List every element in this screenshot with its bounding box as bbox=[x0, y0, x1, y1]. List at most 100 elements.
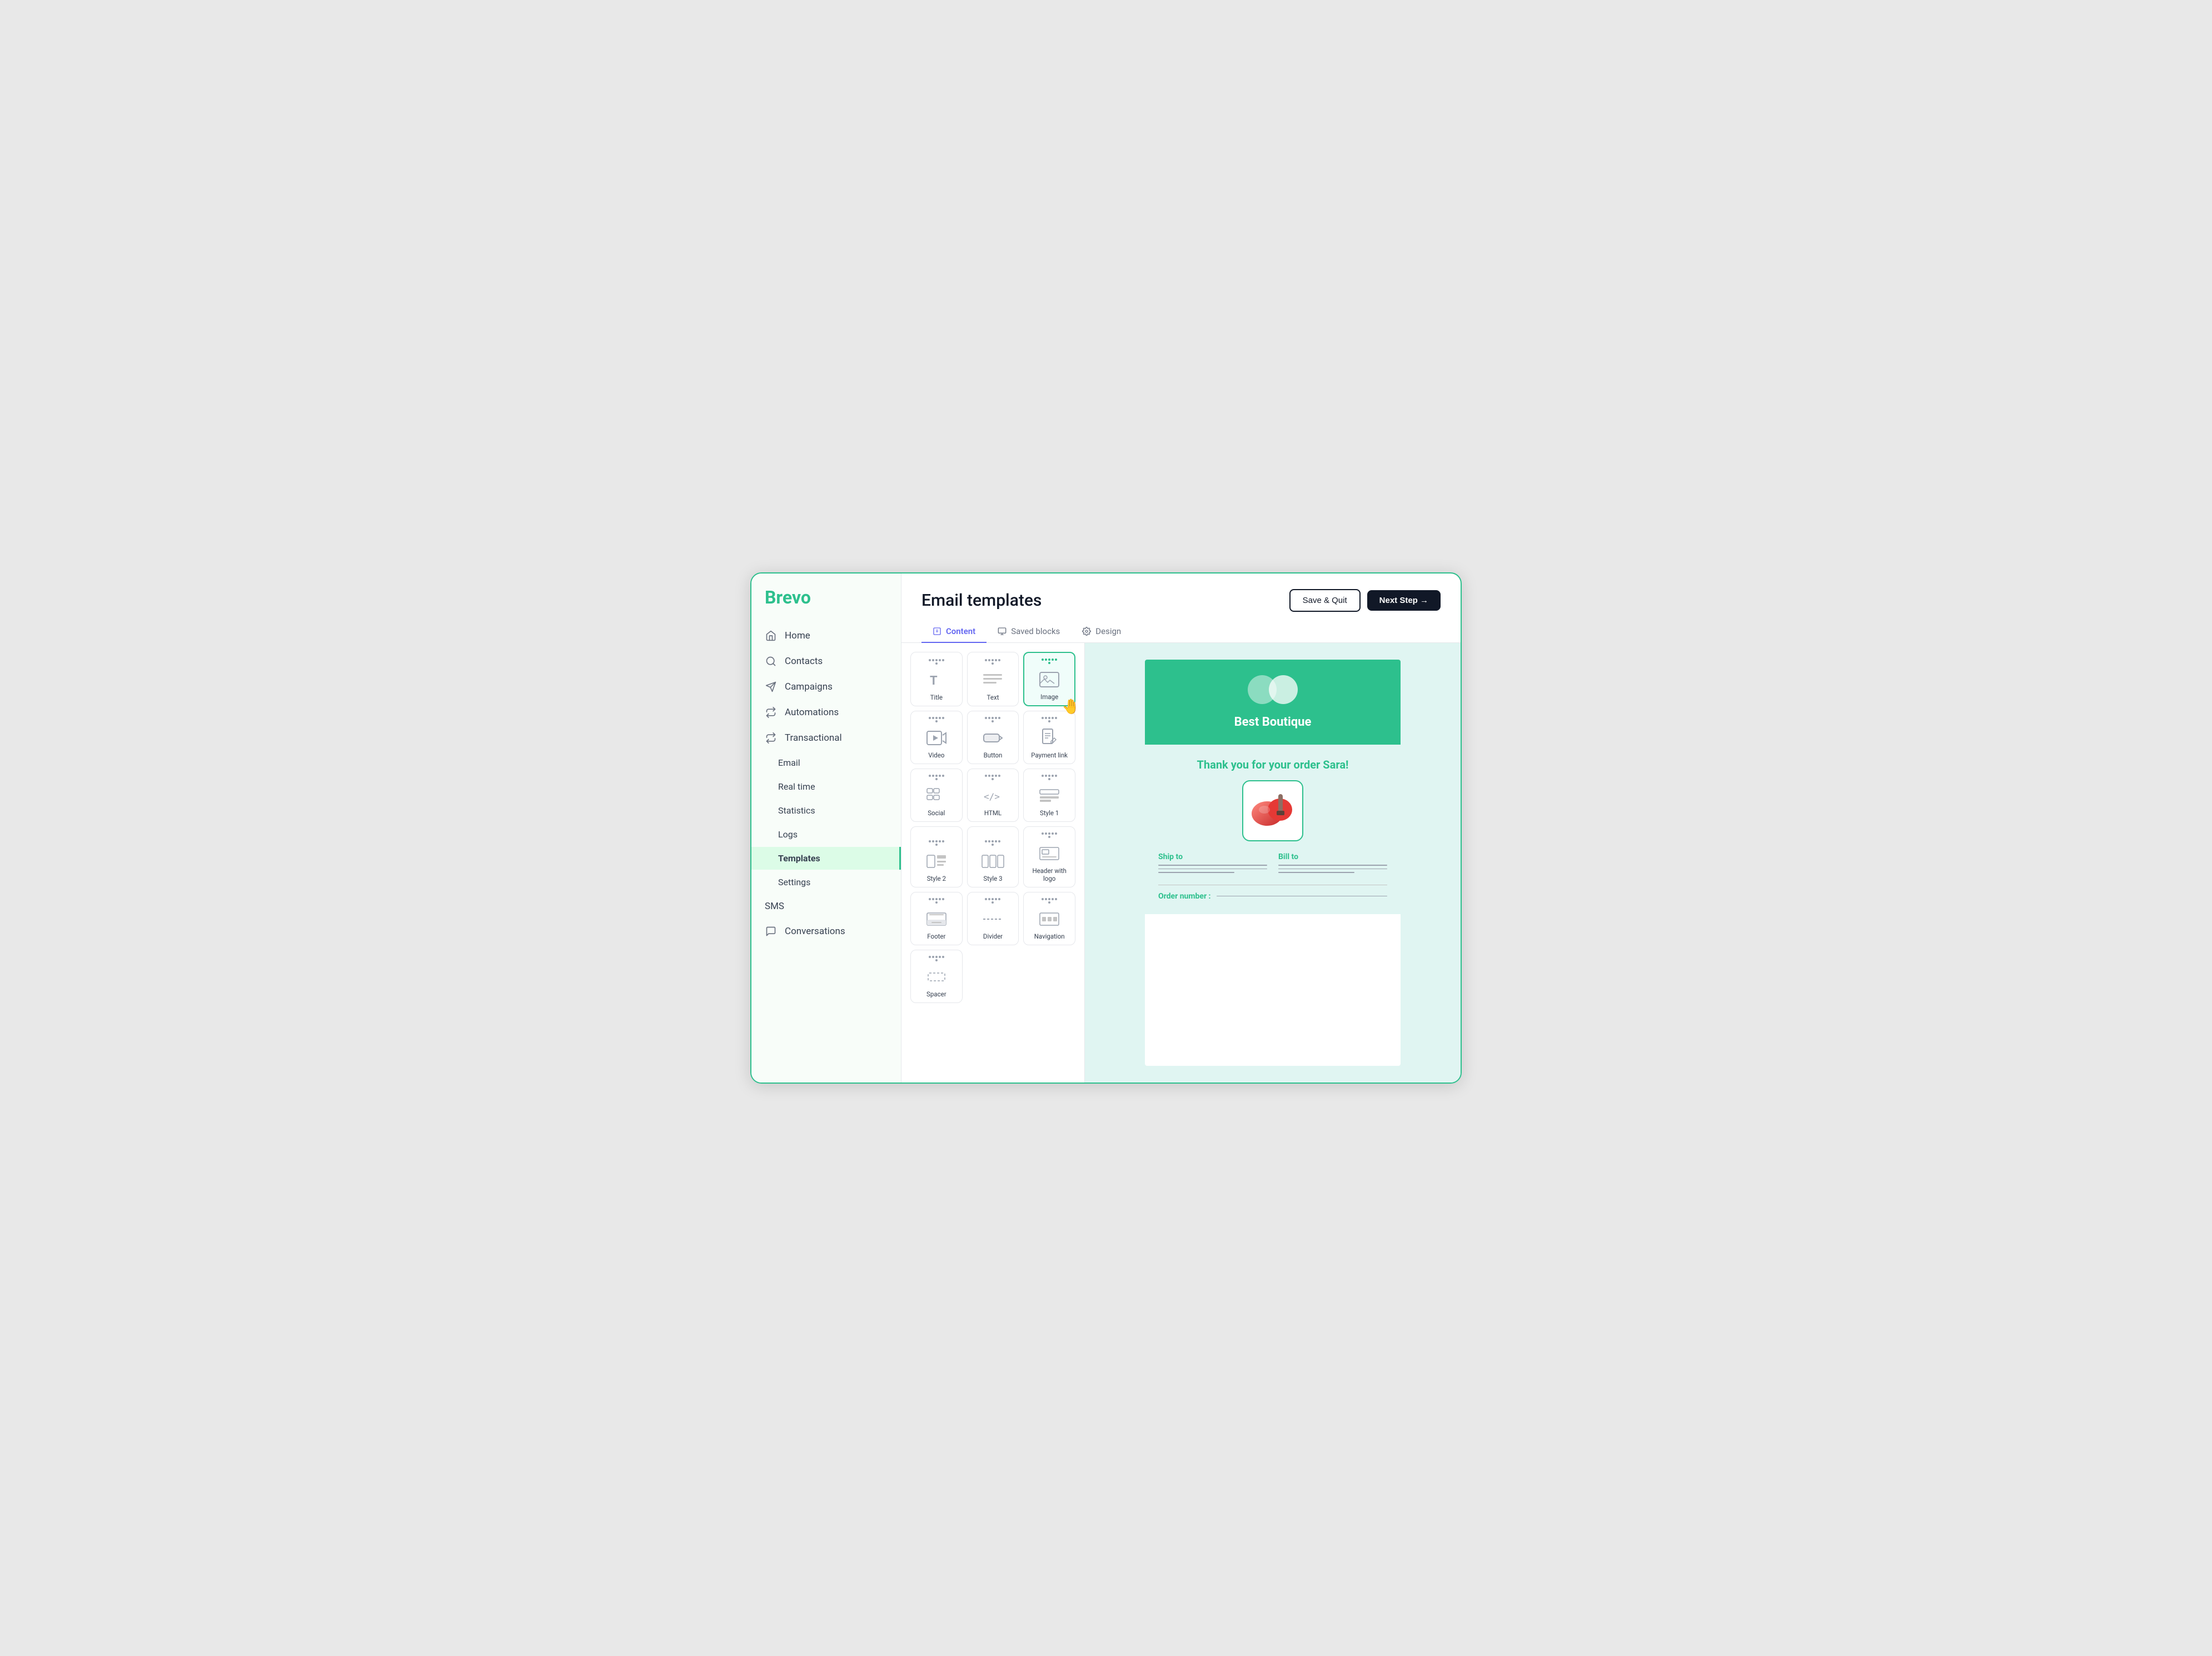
email-header-block: Best Boutique bbox=[1145, 660, 1401, 745]
content-area: T Title bbox=[901, 643, 1461, 1083]
sidebar: Brevo Home Contacts bbox=[751, 573, 901, 1083]
block-html[interactable]: </> HTML bbox=[967, 769, 1019, 822]
sidebar-item-label-logs: Logs bbox=[778, 829, 798, 840]
block-image[interactable]: Image 🤚 bbox=[1023, 652, 1075, 706]
contacts-icon bbox=[765, 655, 777, 667]
sidebar-item-label-settings: Settings bbox=[778, 877, 810, 887]
block-text[interactable]: Text bbox=[967, 652, 1019, 706]
order-line bbox=[1217, 896, 1388, 897]
bill-line3 bbox=[1278, 872, 1354, 873]
block-spacer[interactable]: Spacer bbox=[910, 950, 963, 1003]
app-container: Brevo Home Contacts bbox=[750, 572, 1462, 1084]
email-preview: Best Boutique Thank you for your order S… bbox=[1085, 643, 1461, 1083]
sidebar-item-email[interactable]: Email bbox=[751, 751, 901, 774]
button-icon bbox=[979, 727, 1006, 749]
blocks-grid: T Title bbox=[910, 652, 1075, 1003]
sidebar-item-logs[interactable]: Logs bbox=[751, 823, 901, 846]
page-title: Email templates bbox=[921, 591, 1042, 610]
block-social[interactable]: Social bbox=[910, 769, 963, 822]
automations-icon bbox=[765, 706, 777, 719]
design-icon bbox=[1082, 627, 1091, 636]
next-step-button[interactable]: Next Step → bbox=[1367, 590, 1441, 611]
home-icon bbox=[765, 630, 777, 642]
block-button[interactable]: Button bbox=[967, 711, 1019, 764]
sidebar-item-conversations[interactable]: Conversations bbox=[751, 919, 901, 944]
sidebar-item-transactional[interactable]: Transactional bbox=[751, 726, 901, 750]
bill-to-label: Bill to bbox=[1278, 852, 1387, 861]
conversations-icon bbox=[765, 925, 777, 937]
video-icon bbox=[923, 727, 950, 749]
sidebar-item-home[interactable]: Home bbox=[751, 624, 901, 648]
email-card: Best Boutique Thank you for your order S… bbox=[1145, 660, 1401, 1066]
block-navigation[interactable]: Navigation bbox=[1023, 892, 1075, 945]
sidebar-item-label-statistics: Statistics bbox=[778, 805, 815, 816]
block-title[interactable]: T Title bbox=[910, 652, 963, 706]
block-style2[interactable]: Style 2 bbox=[910, 826, 963, 887]
sidebar-item-sms[interactable]: SMS bbox=[751, 895, 901, 918]
block-footer[interactable]: Footer bbox=[910, 892, 963, 945]
ship-line2 bbox=[1158, 869, 1267, 870]
transactional-icon bbox=[765, 732, 777, 744]
navigation-icon bbox=[1036, 908, 1063, 930]
main-header: Email templates Save & Quit Next Step → bbox=[901, 573, 1461, 612]
sidebar-item-templates[interactable]: Templates bbox=[751, 847, 901, 870]
email-body: Thank you for your order Sara! bbox=[1145, 745, 1401, 914]
block-style3[interactable]: Style 3 bbox=[967, 826, 1019, 887]
style1-icon bbox=[1036, 785, 1063, 807]
sidebar-item-statistics[interactable]: Statistics bbox=[751, 799, 901, 822]
header-actions: Save & Quit Next Step → bbox=[1289, 589, 1441, 612]
sidebar-item-settings[interactable]: Settings bbox=[751, 871, 901, 894]
sidebar-item-label-email: Email bbox=[778, 757, 800, 768]
tab-design[interactable]: Design bbox=[1071, 621, 1132, 643]
brevo-logo: Brevo bbox=[765, 587, 811, 608]
sidebar-item-label-sms: SMS bbox=[765, 901, 784, 912]
campaigns-icon bbox=[765, 681, 777, 693]
block-style1[interactable]: Style 1 bbox=[1023, 769, 1075, 822]
sidebar-item-label-realtime: Real time bbox=[778, 781, 815, 792]
block-divider[interactable]: Divider bbox=[967, 892, 1019, 945]
block-payment-link[interactable]: Payment link bbox=[1023, 711, 1075, 764]
style3-icon bbox=[979, 850, 1006, 872]
title-icon: T bbox=[923, 669, 950, 691]
sidebar-item-label-home: Home bbox=[785, 630, 810, 641]
bill-line1 bbox=[1278, 865, 1387, 866]
sidebar-item-label-conversations: Conversations bbox=[785, 926, 845, 937]
style2-icon bbox=[923, 850, 950, 872]
block-header-logo[interactable]: Header with logo bbox=[1023, 826, 1075, 887]
sidebar-item-realtime[interactable]: Real time bbox=[751, 775, 901, 798]
text-icon bbox=[979, 669, 1006, 691]
sidebar-item-label-transactional: Transactional bbox=[785, 732, 842, 744]
content-icon bbox=[933, 627, 941, 636]
main-content: Email templates Save & Quit Next Step → … bbox=[901, 573, 1461, 1083]
order-row: Order number : bbox=[1158, 892, 1387, 901]
ship-line1 bbox=[1158, 865, 1267, 866]
boutique-name: Best Boutique bbox=[1234, 715, 1312, 729]
product-image-box bbox=[1242, 780, 1303, 841]
sidebar-item-label-contacts: Contacts bbox=[785, 656, 823, 667]
tabs-row: Content Saved blocks Design bbox=[901, 612, 1461, 643]
sidebar-item-campaigns[interactable]: Campaigns bbox=[751, 675, 901, 699]
svg-text:</>: </> bbox=[984, 791, 1000, 802]
ship-to-col: Ship to bbox=[1158, 852, 1267, 876]
image-icon bbox=[1036, 669, 1063, 691]
save-quit-button[interactable]: Save & Quit bbox=[1289, 589, 1361, 612]
tab-saved-blocks[interactable]: Saved blocks bbox=[987, 621, 1071, 643]
ship-bill-row: Ship to Bill to bbox=[1158, 852, 1387, 876]
tab-content[interactable]: Content bbox=[921, 621, 987, 643]
product-image-area bbox=[1158, 780, 1387, 841]
sidebar-item-automations[interactable]: Automations bbox=[751, 700, 901, 725]
order-number-label: Order number : bbox=[1158, 892, 1211, 901]
sidebar-item-label-automations: Automations bbox=[785, 707, 839, 718]
header-logo-icon bbox=[1036, 842, 1063, 865]
bill-line2 bbox=[1278, 869, 1387, 870]
bill-to-col: Bill to bbox=[1278, 852, 1387, 876]
sidebar-item-label-templates: Templates bbox=[778, 853, 820, 864]
block-video[interactable]: Video bbox=[910, 711, 963, 764]
sidebar-nav: Home Contacts Campaigns bbox=[751, 624, 901, 944]
sidebar-item-contacts[interactable]: Contacts bbox=[751, 649, 901, 674]
divider-icon bbox=[979, 908, 1006, 930]
footer-icon bbox=[923, 908, 950, 930]
sidebar-logo: Brevo bbox=[751, 587, 901, 624]
product-image bbox=[1248, 789, 1298, 833]
social-icon bbox=[923, 785, 950, 807]
